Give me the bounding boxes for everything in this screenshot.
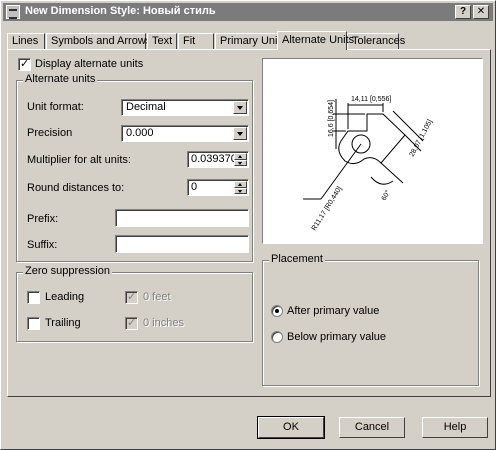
after-primary-radio[interactable] xyxy=(271,305,283,317)
unit-format-label: Unit format: xyxy=(27,101,84,113)
title-bar[interactable]: New Dimension Style: Новый стиль ? ✕ xyxy=(3,3,493,21)
chevron-down-icon[interactable] xyxy=(233,127,247,140)
window-title: New Dimension Style: Новый стиль xyxy=(25,5,216,17)
trailing-label[interactable]: Trailing xyxy=(45,317,81,329)
precision-label: Precision xyxy=(27,127,73,139)
precision-value: 0.000 xyxy=(126,127,154,139)
alternate-units-title: Alternate units xyxy=(23,73,98,85)
app-icon xyxy=(6,5,20,19)
dim-right-text: 28,07 [1,105] xyxy=(409,119,434,158)
multiplier-spinner[interactable]: 0.039370 xyxy=(187,151,249,168)
leading-label[interactable]: Leading xyxy=(45,291,84,303)
preview-pane: 14,11 [0,556] 16,6 [0,654] 28,07 [1,105]… xyxy=(262,58,483,244)
help-title-button[interactable]: ? xyxy=(455,5,471,19)
unit-format-select[interactable]: Decimal xyxy=(121,99,249,116)
dim-left-text: 16,6 [0,654] xyxy=(328,100,335,137)
zero-feet-checkbox[interactable] xyxy=(125,290,138,304)
dialog-window: New Dimension Style: Новый стиль ? ✕ Lin… xyxy=(0,0,496,450)
tab-alternate-units[interactable]: Alternate Units xyxy=(277,31,354,50)
tab-panel: Display alternate units Alternate units … xyxy=(7,49,491,397)
suffix-input[interactable] xyxy=(115,235,249,253)
zero-feet-label: 0 feet xyxy=(143,291,171,303)
zero-suppression-title: Zero suppression xyxy=(23,265,112,277)
tab-lines[interactable]: Lines xyxy=(7,33,45,49)
unit-format-value: Decimal xyxy=(126,101,166,113)
part-outline xyxy=(338,113,406,165)
below-primary-label[interactable]: Below primary value xyxy=(287,331,386,343)
tab-primary-units[interactable]: Primary Units xyxy=(215,33,286,49)
prefix-label: Prefix: xyxy=(27,213,59,225)
zero-inches-label: 0 inches xyxy=(143,317,184,329)
multiplier-value: 0.039370 xyxy=(191,153,237,165)
spin-down-icon[interactable] xyxy=(234,188,247,194)
zero-inches-checkbox[interactable] xyxy=(125,316,138,330)
zero-suppression-group: Zero suppression Leading 0 feet Trailing… xyxy=(16,265,253,342)
precision-select[interactable]: 0.000 xyxy=(121,125,249,142)
suffix-label: Suffix: xyxy=(27,239,58,251)
alternate-units-group: Alternate units Unit format: Decimal Pre… xyxy=(16,73,253,262)
placement-title: Placement xyxy=(269,253,325,265)
ok-button[interactable]: OK xyxy=(257,416,325,439)
tab-symbols-arrows[interactable]: Symbols and Arrows xyxy=(46,33,151,49)
round-distances-value: 0 xyxy=(191,181,198,193)
prefix-input[interactable] xyxy=(115,209,249,227)
round-distances-label: Round distances to: xyxy=(27,182,125,194)
trailing-checkbox[interactable] xyxy=(27,317,40,330)
tab-tolerances[interactable]: Tolerances xyxy=(347,33,405,49)
help-button[interactable]: Help xyxy=(422,417,488,438)
spin-up-icon[interactable] xyxy=(234,181,247,188)
leading-checkbox[interactable] xyxy=(27,291,40,304)
multiplier-label: Multiplier for alt units: xyxy=(27,154,131,166)
round-distances-spinner[interactable]: 0 xyxy=(187,179,249,196)
display-alternate-units-checkbox[interactable] xyxy=(18,57,31,71)
cancel-button[interactable]: Cancel xyxy=(339,417,405,438)
after-primary-label[interactable]: After primary value xyxy=(287,305,379,317)
spin-up-icon[interactable] xyxy=(234,153,247,160)
chevron-down-icon[interactable] xyxy=(233,101,247,114)
placement-group: Placement After primary value Below prim… xyxy=(262,253,479,386)
close-button[interactable]: ✕ xyxy=(473,5,489,19)
spin-down-icon[interactable] xyxy=(234,160,247,166)
tab-fit[interactable]: Fit xyxy=(178,33,214,49)
dim-angle-text: 60° xyxy=(380,189,392,202)
tab-text[interactable]: Text xyxy=(147,33,177,49)
dimension-preview-drawing: 14,11 [0,556] 16,6 [0,654] 28,07 [1,105]… xyxy=(303,96,434,233)
display-alternate-units-label[interactable]: Display alternate units xyxy=(35,58,143,70)
dim-top-text: 14,11 [0,556] xyxy=(351,96,391,103)
below-primary-radio[interactable] xyxy=(271,331,283,343)
dim-radius-text: R11,17 [R0,440] xyxy=(311,186,344,233)
